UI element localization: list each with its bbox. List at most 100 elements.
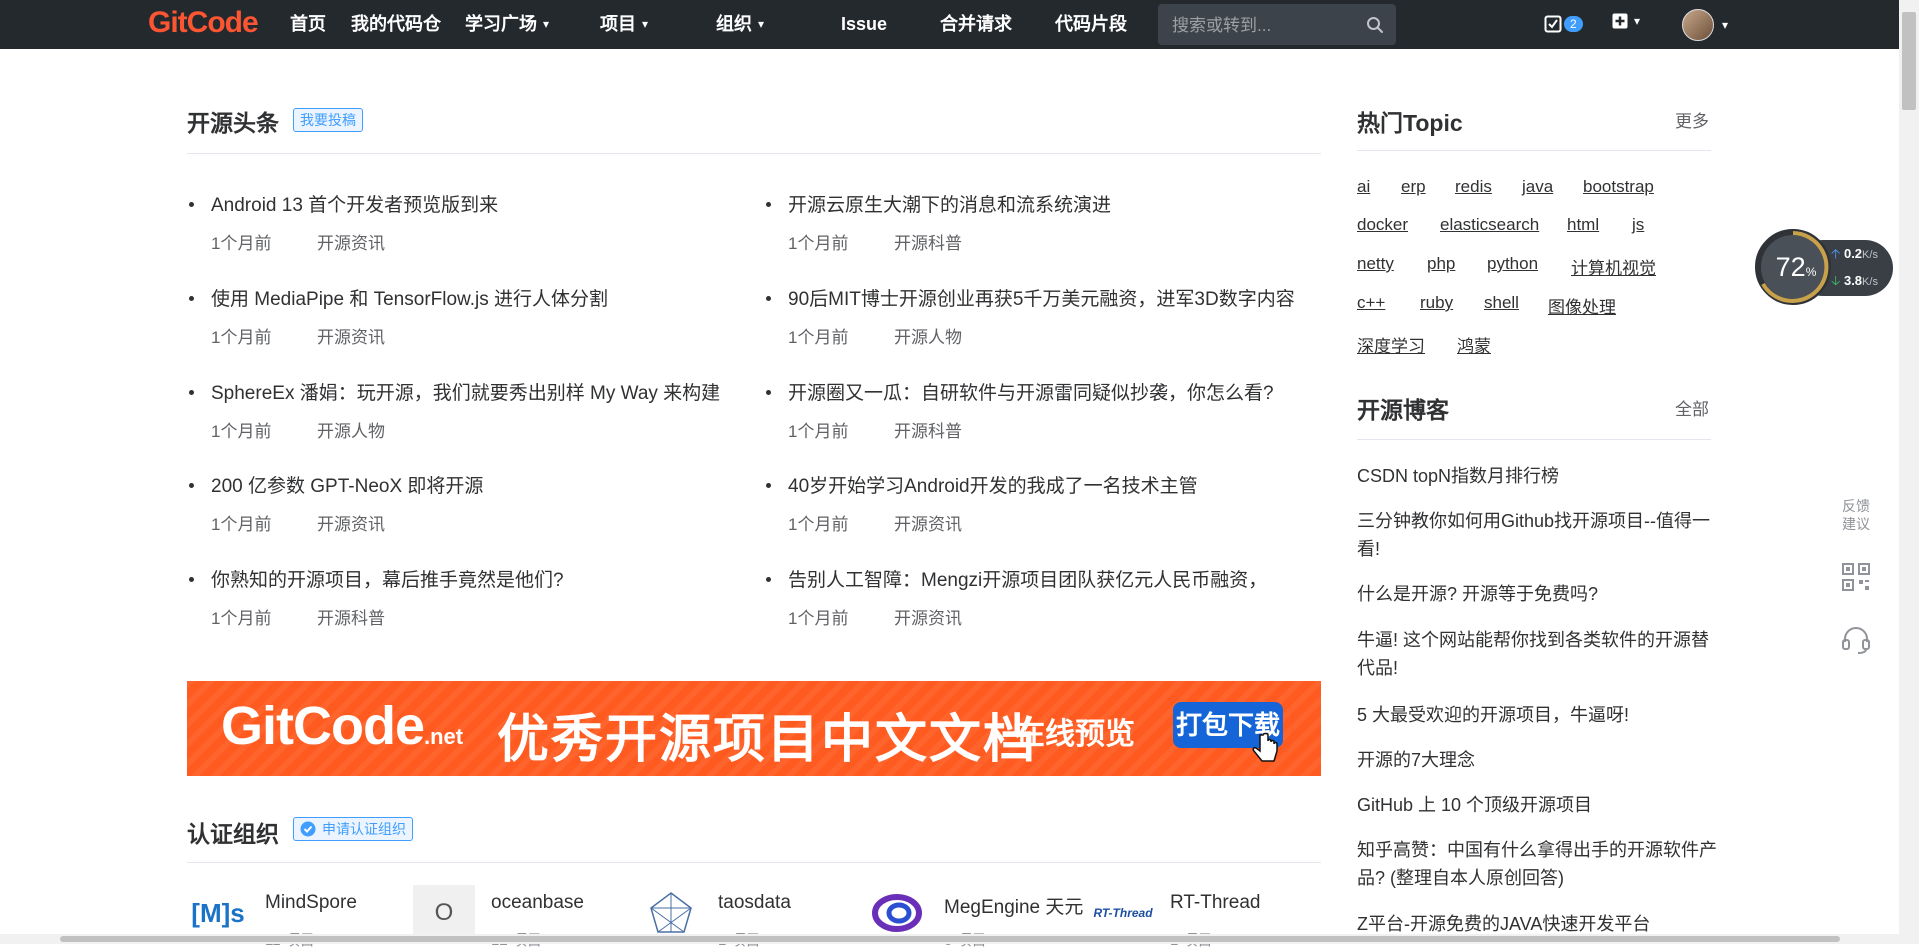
- checklist-icon: [1544, 15, 1562, 33]
- org-name[interactable]: MindSpore: [265, 892, 357, 914]
- banner-subtext: 在线预览: [1015, 718, 1135, 751]
- news-category[interactable]: 开源人物: [317, 417, 385, 442]
- news-time: 1个月前: [788, 328, 849, 347]
- topic-tag[interactable]: 图像处理: [1548, 293, 1616, 318]
- news-title[interactable]: 90后MIT博士开源创业再获5千万美元融资，进军3D数字内容: [788, 284, 1318, 311]
- blogs-all-link[interactable]: 全部: [1675, 395, 1709, 420]
- news-category[interactable]: 开源资讯: [894, 604, 962, 629]
- nav-item-learning[interactable]: 学习广场 ▾: [465, 0, 549, 49]
- feedback-button[interactable]: 反馈 建议: [1831, 497, 1881, 567]
- promo-banner[interactable]: GitCode.net 优秀开源项目中文文档 在线预览 打包下载: [187, 681, 1321, 776]
- blog-link[interactable]: 牛逼! 这个网站能帮你找到各类软件的开源替代品!: [1357, 626, 1717, 682]
- topic-tag[interactable]: redis: [1455, 177, 1492, 197]
- blog-link[interactable]: GitHub 上 10 个顶级开源项目: [1357, 791, 1717, 819]
- topic-tag[interactable]: shell: [1484, 293, 1519, 313]
- scrollbar-thumb[interactable]: [1902, 12, 1916, 110]
- org-name[interactable]: taosdata: [718, 892, 791, 914]
- topic-tag[interactable]: js: [1632, 215, 1644, 235]
- gitcode-logo[interactable]: GitCode: [148, 6, 259, 40]
- topic-tag[interactable]: elasticsearch: [1440, 215, 1539, 235]
- usage-percent: 72%: [1758, 252, 1834, 283]
- todo-button[interactable]: 2: [1544, 13, 1583, 35]
- topic-tag[interactable]: java: [1522, 177, 1553, 197]
- news-title[interactable]: 200 亿参数 GPT-NeoX 即将开源: [211, 471, 741, 498]
- feedback-label-line2: 建议: [1842, 516, 1870, 532]
- nav-item-issue[interactable]: Issue: [841, 0, 887, 49]
- topics-more-link[interactable]: 更多: [1675, 107, 1709, 132]
- news-title[interactable]: 40岁开始学习Android开发的我成了一名技术主管: [788, 471, 1318, 498]
- org-name[interactable]: MegEngine 天元: [944, 892, 1083, 919]
- org-logo-text: [M]s: [191, 897, 245, 928]
- nav-item-label: 学习广场: [465, 14, 537, 34]
- org-logo-text: RT-Thread: [1093, 906, 1153, 920]
- news-title[interactable]: 开源圈又一瓜：自研软件与开源雷同疑似抄袭，你怎么看?: [788, 378, 1318, 405]
- network-speed-widget[interactable]: 72% 🡡 0.2K/s 🡣 3.8K/s: [1755, 229, 1895, 327]
- blog-link[interactable]: 三分钟教你如何用Github找开源项目--值得一看!: [1357, 507, 1717, 563]
- topic-tag[interactable]: html: [1567, 215, 1599, 235]
- news-category[interactable]: 开源资讯: [894, 510, 962, 535]
- bullet: [766, 202, 771, 207]
- usage-gauge: 72%: [1755, 229, 1831, 305]
- blogs-title: 开源博客: [1357, 397, 1449, 423]
- mindspore-logo: [M]s: [187, 885, 249, 941]
- topic-tag[interactable]: php: [1427, 254, 1455, 274]
- news-category[interactable]: 开源人物: [894, 323, 962, 348]
- news-category[interactable]: 开源科普: [317, 604, 385, 629]
- news-time: 1个月前: [788, 234, 849, 253]
- blog-link[interactable]: 5 大最受欢迎的开源项目，牛逼呀!: [1357, 701, 1717, 729]
- topic-tag[interactable]: python: [1487, 254, 1538, 274]
- topic-tag[interactable]: ruby: [1420, 293, 1453, 313]
- chevron-down-icon: ▾: [1722, 18, 1729, 32]
- nav-item-my-repos[interactable]: 我的代码仓: [351, 0, 441, 49]
- topic-tag[interactable]: docker: [1357, 215, 1408, 235]
- submit-article-button[interactable]: 我要投稿: [293, 108, 363, 132]
- nav-item-home[interactable]: 首页: [290, 0, 326, 49]
- news-title[interactable]: 你熟知的开源项目，幕后推手竟然是他们?: [211, 565, 741, 592]
- banner-logo: GitCode.net: [221, 695, 463, 757]
- apply-verify-button[interactable]: 申请认证组织: [293, 817, 413, 841]
- news-category[interactable]: 开源科普: [894, 417, 962, 442]
- topic-tag[interactable]: netty: [1357, 254, 1394, 274]
- bullet: [766, 577, 771, 582]
- topic-tag[interactable]: 深度学习: [1357, 332, 1425, 357]
- nav-item-label: 项目: [600, 14, 636, 34]
- blog-link[interactable]: 什么是开源? 开源等于免费吗?: [1357, 580, 1717, 608]
- nav-item-snippets[interactable]: 代码片段: [1055, 0, 1127, 49]
- topic-tag[interactable]: c++: [1357, 293, 1385, 313]
- nav-item-merge-requests[interactable]: 合并请求: [940, 0, 1012, 49]
- topic-tag[interactable]: bootstrap: [1583, 177, 1654, 197]
- headset-icon: [1842, 627, 1870, 654]
- search-icon[interactable]: [1366, 16, 1384, 34]
- org-name[interactable]: oceanbase: [491, 892, 584, 914]
- create-new-button[interactable]: ▾: [1612, 13, 1640, 29]
- news-title[interactable]: 告别人工智障：Mengzi开源项目团队获亿元人民币融资，: [788, 565, 1318, 592]
- news-title[interactable]: Android 13 首个开发者预览版到来: [211, 190, 741, 217]
- news-category[interactable]: 开源科普: [894, 229, 962, 254]
- divider: [187, 862, 1321, 863]
- blog-link[interactable]: CSDN topN指数月排行榜: [1357, 462, 1717, 490]
- search-input[interactable]: [1170, 4, 1364, 47]
- topic-tag[interactable]: erp: [1401, 177, 1426, 197]
- user-menu[interactable]: ▾: [1682, 9, 1728, 41]
- topic-tag[interactable]: 计算机视觉: [1571, 254, 1656, 279]
- nav-item-projects[interactable]: 项目 ▾: [600, 0, 648, 49]
- news-title[interactable]: SphereEx 潘娟：玩开源，我们就要秀出别样 My Way 来构建: [211, 378, 741, 405]
- topic-tag[interactable]: 鸿蒙: [1457, 332, 1491, 357]
- nav-item-label: Issue: [841, 14, 888, 34]
- nav-item-orgs[interactable]: 组织 ▾: [716, 0, 764, 49]
- news-category[interactable]: 开源资讯: [317, 229, 385, 254]
- horizontal-scrollbar[interactable]: [0, 934, 1899, 944]
- blog-link[interactable]: 知乎高赞：中国有什么拿得出手的开源软件产品? (整理自本人原创回答): [1357, 836, 1717, 892]
- customer-service-button[interactable]: [1831, 625, 1881, 671]
- topic-tag[interactable]: ai: [1357, 177, 1370, 197]
- blog-link[interactable]: 开源的7大理念: [1357, 746, 1717, 774]
- scrollbar-thumb[interactable]: [60, 936, 1840, 942]
- org-name[interactable]: RT-Thread: [1170, 892, 1260, 914]
- vertical-scrollbar[interactable]: [1899, 0, 1919, 944]
- news-category[interactable]: 开源资讯: [317, 510, 385, 535]
- plus-square-icon: [1612, 13, 1628, 29]
- news-title[interactable]: 使用 MediaPipe 和 TensorFlow.js 进行人体分割: [211, 284, 741, 311]
- qr-code-button[interactable]: [1831, 562, 1881, 608]
- news-title[interactable]: 开源云原生大潮下的消息和流系统演进: [788, 190, 1318, 217]
- news-category[interactable]: 开源资讯: [317, 323, 385, 348]
